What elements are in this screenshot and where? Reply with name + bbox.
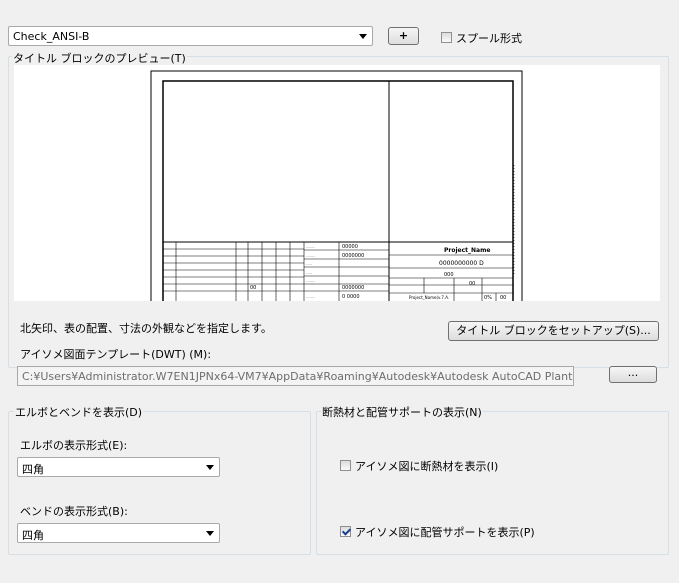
template-path-value: C:¥Users¥Administrator.W7EN1JPNx64-VM7¥A… (22, 370, 574, 383)
show-pipe-support-checkbox[interactable] (340, 526, 351, 537)
setup-button-label: タイトル ブロックをセットアップ(S)... (456, 324, 651, 337)
preview-bottom-1: 0000000 (342, 285, 364, 291)
elbow-display-value: 四角 (22, 463, 44, 476)
preview-cell-right-2: 000 (444, 272, 454, 278)
insulation-group-title: 断熱材と配管サポートの表示(N) (321, 404, 483, 420)
bend-display-select[interactable]: 四角 (17, 523, 220, 543)
svg-text:.........: ......... (306, 254, 315, 258)
add-button-label: + (398, 29, 409, 42)
chevron-down-icon (206, 465, 214, 470)
add-title-block-button[interactable]: + (388, 27, 419, 45)
preview-cell-right-4: Project_Name(v.7.A. (409, 295, 449, 300)
spool-format-checkbox[interactable] (441, 32, 452, 43)
svg-text:......: ...... (306, 271, 312, 275)
preview-project-name: Project_Name (444, 247, 490, 254)
chevron-down-icon (206, 531, 214, 536)
show-pipe-support-label: アイソメ図に配管サポートを表示(P) (355, 526, 535, 539)
spool-format-label: スプール形式 (456, 32, 522, 45)
show-insulation-checkbox[interactable] (340, 460, 351, 471)
template-path-field[interactable]: C:¥Users¥Administrator.W7EN1JPNx64-VM7¥A… (17, 366, 574, 386)
elbow-display-label: エルボの表示形式(E): (20, 439, 128, 452)
preview-bottom-0: 00 (250, 285, 256, 291)
svg-text:.........: ......... (306, 245, 315, 249)
title-block-preview: ......... ......... ...... ...... ......… (14, 65, 660, 301)
description-text: 北矢印、表の配置、寸法の外観などを指定します。 (20, 322, 272, 335)
template-label: アイソメ図面テンプレート(DWT) (M): (20, 348, 212, 361)
title-block-select-value: Check_ANSI-B (13, 30, 90, 43)
preview-cell-left-1: 0000000 (342, 253, 364, 259)
preview-cell-left-0: 00000 (342, 244, 358, 250)
svg-text:......: ...... (306, 262, 312, 266)
chevron-down-icon (359, 34, 367, 39)
svg-text:.........: ......... (306, 295, 315, 299)
preview-drawing-number: 0000000000 D (439, 260, 484, 267)
elbow-group-title: エルボとベンドを表示(D) (14, 404, 144, 420)
elbow-display-select[interactable]: 四角 (17, 457, 220, 477)
title-block-select[interactable]: Check_ANSI-B (8, 26, 373, 46)
bend-display-label: ベンドの表示形式(B): (20, 505, 128, 518)
browse-template-button[interactable]: ... (609, 366, 657, 383)
svg-text:.........: ......... (306, 279, 315, 283)
preview-cell-right-6: 00 (500, 295, 506, 301)
preview-label: タイトル ブロックのプレビュー(T) (12, 50, 187, 66)
bend-display-value: 四角 (22, 529, 44, 542)
browse-button-label: ... (627, 366, 639, 379)
title-block-drawing: ......... ......... ...... ...... ......… (150, 70, 523, 301)
show-insulation-label: アイソメ図に断熱材を表示(I) (355, 460, 499, 473)
preview-cell-right-3: 00 (469, 281, 475, 287)
preview-bottom-2: 0 0000 (342, 294, 360, 300)
preview-cell-right-5: 0% (484, 295, 492, 301)
setup-title-block-button[interactable]: タイトル ブロックをセットアップ(S)... (448, 321, 659, 341)
